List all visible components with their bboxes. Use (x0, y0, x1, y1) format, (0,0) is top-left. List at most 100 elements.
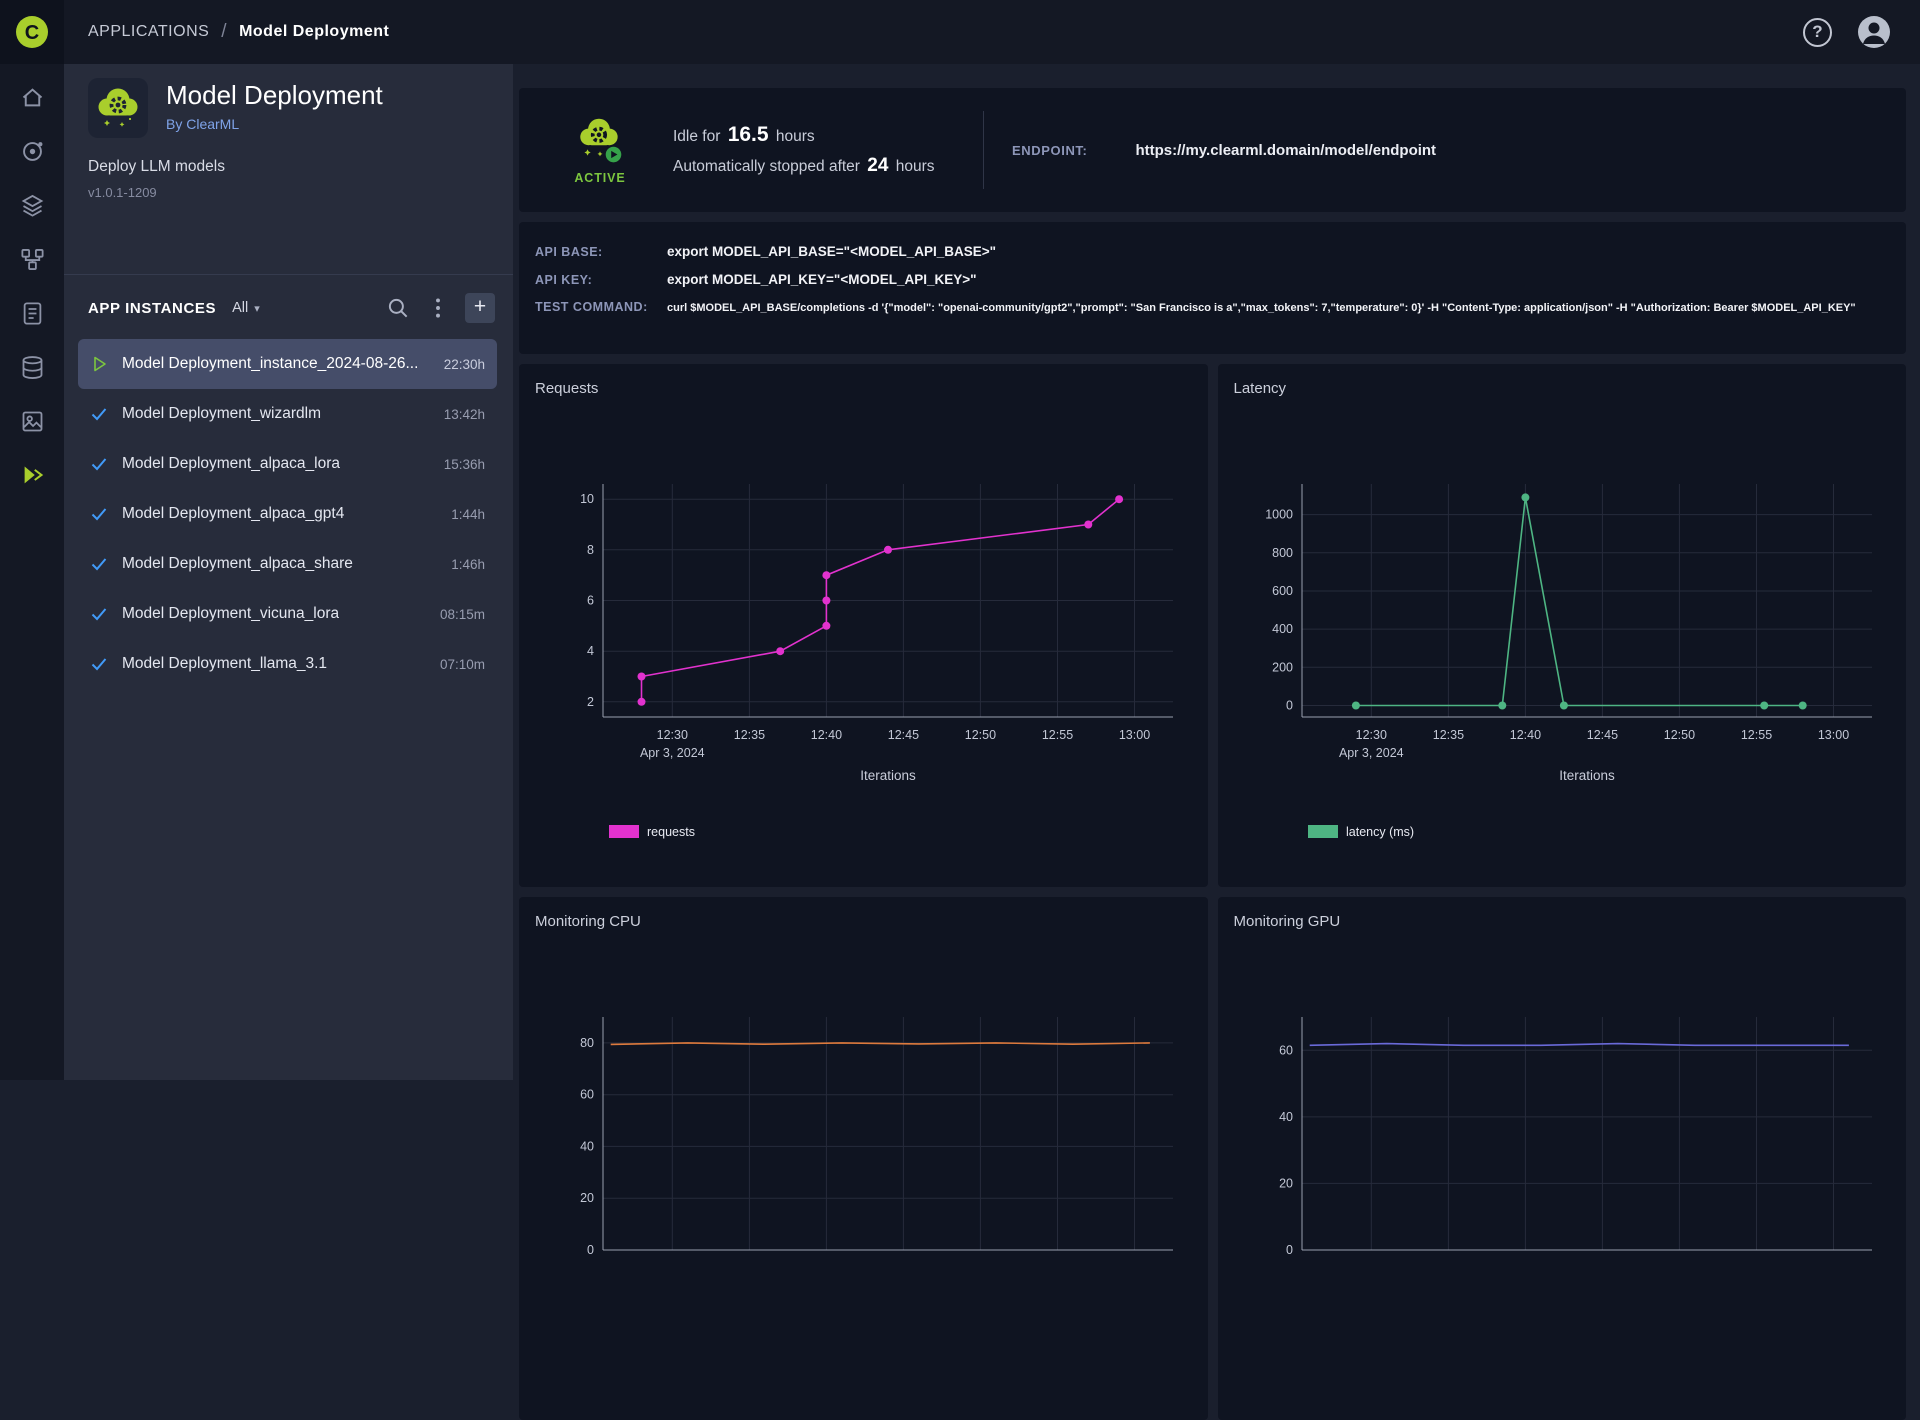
test-command-row: TEST COMMAND: curl $MODEL_API_BASE/compl… (535, 300, 1882, 314)
breadcrumb: APPLICATIONS / Model Deployment (88, 21, 389, 43)
breadcrumb-applications[interactable]: APPLICATIONS (88, 23, 209, 41)
svg-text:12:35: 12:35 (1432, 728, 1463, 742)
idle-info: Idle for 16.5 hours Automatically stoppe… (673, 123, 965, 177)
api-card: API BASE: export MODEL_API_BASE="<MODEL_… (519, 222, 1906, 354)
instances-actions: + (385, 293, 495, 323)
topbar-right: ? (1803, 14, 1920, 50)
latency-chart[interactable]: 0200400600800100012:3012:3512:4012:4512:… (1234, 407, 1897, 874)
svg-text:600: 600 (1272, 584, 1293, 598)
instances-title: APP INSTANCES (88, 300, 216, 317)
instance-row[interactable]: Model Deployment_vicuna_lora 08:15m (78, 589, 497, 639)
svg-text:800: 800 (1272, 546, 1293, 560)
home-icon[interactable] (19, 84, 46, 111)
hyper-datasets-icon[interactable] (19, 408, 46, 435)
instance-row[interactable]: Model Deployment_alpaca_share 1:46h (78, 539, 497, 589)
status-badge: ACTIVE (574, 171, 625, 185)
svg-text:Iterations: Iterations (860, 768, 916, 783)
reports-icon[interactable] (19, 300, 46, 327)
check-icon (88, 603, 110, 625)
app-panel: Model Deployment By ClearML Deploy LLM m… (64, 64, 513, 1080)
svg-text:80: 80 (580, 1036, 594, 1050)
auto-stop-line: Automatically stopped after 24 hours (673, 155, 965, 177)
applications-icon[interactable] (19, 462, 46, 489)
monitoring-cpu-chart[interactable]: 020406080 (535, 940, 1198, 1407)
svg-text:12:45: 12:45 (888, 728, 919, 742)
instance-row[interactable]: Model Deployment_instance_2024-08-26... … (78, 339, 497, 389)
svg-text:12:30: 12:30 (1355, 728, 1386, 742)
check-icon (88, 453, 110, 475)
endpoint-url: https://my.clearml.domain/model/endpoint (1135, 142, 1436, 159)
svg-text:Apr 3, 2024: Apr 3, 2024 (640, 746, 705, 760)
svg-text:C: C (25, 22, 39, 44)
requests-chart-title: Requests (535, 380, 1198, 397)
api-key-row: API KEY: export MODEL_API_KEY="<MODEL_AP… (535, 272, 1882, 287)
projects-icon[interactable] (19, 138, 46, 165)
svg-text:12:55: 12:55 (1740, 728, 1771, 742)
filter-label: All (232, 300, 248, 316)
svg-text:Iterations: Iterations (1559, 768, 1615, 783)
test-command-value: curl $MODEL_API_BASE/completions -d '{"m… (667, 302, 1856, 314)
instance-name: Model Deployment_wizardlm (122, 405, 321, 423)
panel-divider (64, 274, 513, 275)
help-icon[interactable]: ? (1803, 18, 1832, 47)
svg-text:60: 60 (580, 1088, 594, 1102)
datasets-icon[interactable] (19, 354, 46, 381)
instance-row[interactable]: Model Deployment_wizardlm 13:42h (78, 389, 497, 439)
experiments-layers-icon[interactable] (19, 192, 46, 219)
check-icon (88, 653, 110, 675)
svg-text:12:50: 12:50 (1663, 728, 1694, 742)
svg-text:12:55: 12:55 (1042, 728, 1073, 742)
svg-text:20: 20 (1279, 1176, 1293, 1190)
kebab-menu-icon[interactable] (425, 295, 451, 321)
svg-text:12:30: 12:30 (657, 728, 688, 742)
deployment-status-icon (573, 115, 627, 165)
idle-hours-value: 16.5 (725, 123, 772, 146)
breadcrumb-separator: / (221, 21, 227, 43)
latency-chart-card: Latency 0200400600800100012:3012:3512:40… (1218, 364, 1907, 887)
clearml-logo-icon: C (12, 12, 52, 52)
svg-text:13:00: 13:00 (1119, 728, 1150, 742)
instance-list: Model Deployment_instance_2024-08-26... … (64, 339, 513, 689)
instance-name: Model Deployment_alpaca_lora (122, 455, 340, 473)
monitoring-gpu-chart-card: Monitoring GPU 0204060 (1218, 897, 1907, 1420)
instance-runtime: 08:15m (440, 607, 485, 622)
test-command-label: TEST COMMAND: (535, 300, 667, 314)
instance-row[interactable]: Model Deployment_alpaca_lora 15:36h (78, 439, 497, 489)
instance-row[interactable]: Model Deployment_llama_3.1 07:10m (78, 639, 497, 689)
svg-text:12:35: 12:35 (734, 728, 765, 742)
avatar[interactable] (1856, 14, 1892, 50)
api-key-label: API KEY: (535, 273, 667, 287)
auto-stop-hours-value: 24 (864, 155, 891, 176)
app-author-link[interactable]: By ClearML (166, 116, 383, 132)
svg-text:8: 8 (587, 543, 594, 557)
svg-text:400: 400 (1272, 622, 1293, 636)
check-icon (88, 553, 110, 575)
instance-runtime: 07:10m (440, 657, 485, 672)
search-icon[interactable] (385, 295, 411, 321)
instances-filter-dropdown[interactable]: All ▾ (232, 300, 260, 316)
app-version: v1.0.1-1209 (64, 185, 513, 200)
app-title: Model Deployment (166, 80, 383, 111)
instance-runtime: 15:36h (444, 457, 485, 472)
svg-text:0: 0 (587, 1243, 594, 1257)
topbar: C APPLICATIONS / Model Deployment ? (0, 0, 1920, 64)
monitoring-cpu-title: Monitoring CPU (535, 913, 1198, 930)
app-meta: Model Deployment By ClearML (166, 78, 383, 138)
clearml-logo[interactable]: C (0, 0, 64, 64)
monitoring-gpu-chart[interactable]: 0204060 (1234, 940, 1897, 1407)
app-header: Model Deployment By ClearML (64, 64, 513, 138)
add-instance-button[interactable]: + (465, 293, 495, 323)
status-card: ACTIVE Idle for 16.5 hours Automatically… (519, 88, 1906, 212)
svg-text:20: 20 (580, 1191, 594, 1205)
monitoring-gpu-title: Monitoring GPU (1234, 913, 1897, 930)
svg-text:4: 4 (587, 644, 594, 658)
api-base-value: export MODEL_API_BASE="<MODEL_API_BASE>" (667, 244, 996, 259)
pipelines-icon[interactable] (19, 246, 46, 273)
endpoint-label: ENDPOINT: (1012, 143, 1087, 158)
divider (983, 111, 984, 189)
instance-name: Model Deployment_instance_2024-08-26... (122, 355, 418, 373)
monitoring-cpu-chart-card: Monitoring CPU 020406080 (519, 897, 1208, 1420)
check-icon (88, 503, 110, 525)
requests-chart[interactable]: 24681012:3012:3512:4012:4512:5012:5513:0… (535, 407, 1198, 874)
instance-row[interactable]: Model Deployment_alpaca_gpt4 1:44h (78, 489, 497, 539)
